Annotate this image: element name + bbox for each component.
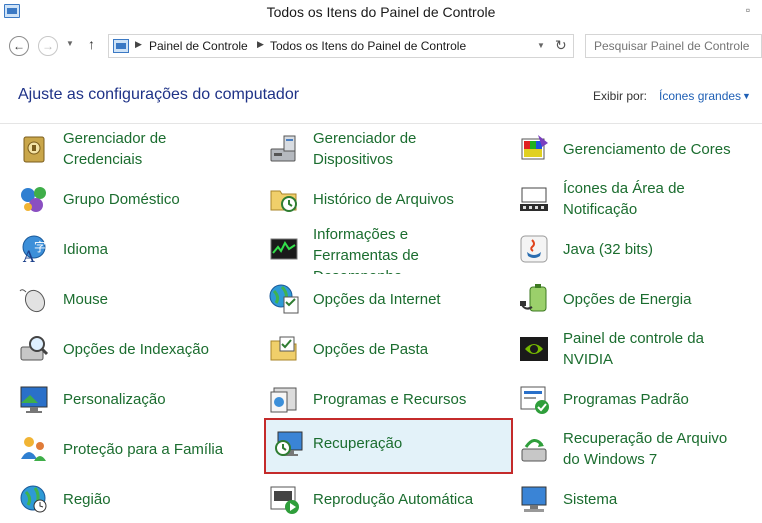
item-label: Opções de Indexação <box>63 340 209 358</box>
view-by-label: Exibir por: <box>593 89 648 103</box>
nvidia-icon <box>520 337 548 361</box>
breadcrumb-all-items[interactable]: Todos os Itens do Painel de Controle <box>270 39 466 53</box>
control-panel-items-grid: Gerenciador de Credenciais Gerenciador d… <box>0 124 762 523</box>
list-item[interactable]: Grupo Doméstico <box>0 174 250 224</box>
programs-features-icon <box>270 387 297 413</box>
item-label: Idioma <box>63 240 109 258</box>
personalization-icon <box>20 386 48 413</box>
item-label: Recuperação de Arquivo do Windows 7 <box>563 430 728 468</box>
item-label: Sistema <box>563 490 618 508</box>
item-label: Opções de Pasta <box>313 340 429 358</box>
page-title: Ajuste as configurações do computador <box>18 86 300 103</box>
system-icon <box>521 486 547 512</box>
item-label: Informações e Ferramentas de Desempenho <box>313 226 419 274</box>
indexing-options-icon <box>20 336 49 361</box>
homegroup-icon <box>21 187 46 212</box>
item-label: Personalização <box>63 390 166 408</box>
refresh-icon[interactable]: ↻ <box>555 37 567 54</box>
item-label: Opções de Energia <box>563 290 692 308</box>
notification-area-icon <box>520 187 548 211</box>
navigation-bar: ← → ▼ ↑ ▶ Painel de Controle ▶ Todos os … <box>0 28 762 62</box>
item-label: Programas e Recursos <box>313 390 467 408</box>
recovery-icon <box>275 431 303 456</box>
list-item[interactable]: Proteção para a Família <box>0 424 250 474</box>
list-item[interactable]: Programas e Recursos <box>250 374 500 424</box>
item-label: Programas Padrão <box>563 390 689 408</box>
list-item[interactable]: Ícones da Área de Notificação <box>500 174 750 224</box>
breadcrumb-separator-icon[interactable]: ▶ <box>135 39 142 50</box>
list-item[interactable]: Programas Padrão <box>500 374 750 424</box>
windows7-file-recovery-icon <box>521 439 547 462</box>
mouse-icon <box>19 289 46 313</box>
back-button[interactable]: ← <box>9 36 29 56</box>
item-label: Gerenciador de Dispositivos <box>313 130 417 168</box>
list-item[interactable]: Painel de controle da NVIDIA <box>500 324 750 374</box>
item-label: Opções da Internet <box>313 290 441 308</box>
list-item[interactable]: Java (32 bits) <box>500 224 750 274</box>
list-item[interactable]: Gerenciador de Dispositivos <box>250 124 500 174</box>
credential-manager-icon <box>23 136 45 163</box>
list-item[interactable]: Gerenciador de Credenciais <box>0 124 250 174</box>
item-label: Reprodução Automática <box>313 490 474 508</box>
list-item[interactable]: Gerenciamento de Cores <box>500 124 750 174</box>
item-label: Ícones da Área de Notificação <box>563 180 685 218</box>
list-item[interactable]: Região <box>0 474 250 523</box>
view-by-dropdown[interactable]: Ícones grandes <box>659 89 741 103</box>
region-icon <box>20 485 47 513</box>
language-icon: A 字 <box>22 235 46 265</box>
item-label: Java (32 bits) <box>563 240 654 258</box>
list-item[interactable]: Opções da Internet <box>250 274 500 324</box>
list-item[interactable]: Sistema <box>500 474 750 523</box>
power-options-icon <box>520 284 547 312</box>
arrow-right-icon: → <box>42 39 54 53</box>
list-item[interactable]: A 字 Idioma <box>0 224 250 274</box>
item-label: Mouse <box>63 290 109 308</box>
performance-icon <box>270 238 298 260</box>
list-item[interactable]: Opções de Pasta <box>250 324 500 374</box>
item-label: Histórico de Arquivos <box>313 190 454 208</box>
content-header: Ajuste as configurações do computador Ex… <box>0 62 762 124</box>
window-menu-icon[interactable]: ▫ <box>740 2 756 18</box>
internet-options-icon <box>269 284 299 314</box>
java-icon <box>520 235 548 263</box>
arrow-left-icon: ← <box>13 39 25 53</box>
breadcrumb-separator-icon[interactable]: ▶ <box>257 39 264 50</box>
address-bar[interactable]: ▶ Painel de Controle ▶ Todos os Itens do… <box>108 34 574 58</box>
list-item[interactable]: Histórico de Arquivos <box>250 174 500 224</box>
folder-options-icon <box>270 336 297 361</box>
breadcrumb-control-panel[interactable]: Painel de Controle <box>149 39 248 53</box>
item-label: Proteção para a Família <box>63 440 224 458</box>
list-item[interactable]: Opções de Indexação <box>0 324 250 374</box>
device-manager-icon <box>270 135 296 162</box>
item-label: Região <box>63 490 111 508</box>
item-label: Gerenciador de Credenciais <box>63 130 167 168</box>
list-item-selected[interactable]: Recuperação <box>264 418 513 474</box>
control-panel-icon <box>113 39 129 53</box>
recent-locations-chevron-icon[interactable]: ▼ <box>66 39 74 48</box>
family-safety-icon <box>21 437 46 461</box>
forward-button[interactable]: → <box>38 36 58 56</box>
search-input[interactable] <box>585 34 762 58</box>
list-item[interactable]: Opções de Energia <box>500 274 750 324</box>
address-history-chevron-icon[interactable]: ▼ <box>537 41 545 50</box>
list-item[interactable]: Personalização <box>0 374 250 424</box>
chevron-down-icon[interactable]: ▼ <box>742 91 751 101</box>
list-item[interactable]: Mouse <box>0 274 250 324</box>
item-label: Painel de controle da NVIDIA <box>563 330 704 368</box>
item-label: Recuperação <box>313 434 403 452</box>
window-title: Todos os Itens do Painel de Controle <box>266 4 496 20</box>
list-item[interactable]: Reprodução Automática <box>250 474 500 523</box>
list-item[interactable]: Recuperação de Arquivo do Windows 7 <box>500 424 750 474</box>
up-arrow-icon[interactable]: ↑ <box>88 36 95 52</box>
title-bar: Todos os Itens do Painel de Controle ▫ <box>0 0 762 27</box>
item-label: Gerenciamento de Cores <box>563 140 731 158</box>
color-management-icon <box>521 135 548 160</box>
svg-text:字: 字 <box>34 239 46 254</box>
list-item[interactable]: Informações e Ferramentas de Desempenho <box>250 224 500 274</box>
default-programs-icon <box>520 386 549 414</box>
item-label: Grupo Doméstico <box>63 190 180 208</box>
autoplay-icon <box>270 486 299 514</box>
file-history-icon <box>270 190 297 212</box>
